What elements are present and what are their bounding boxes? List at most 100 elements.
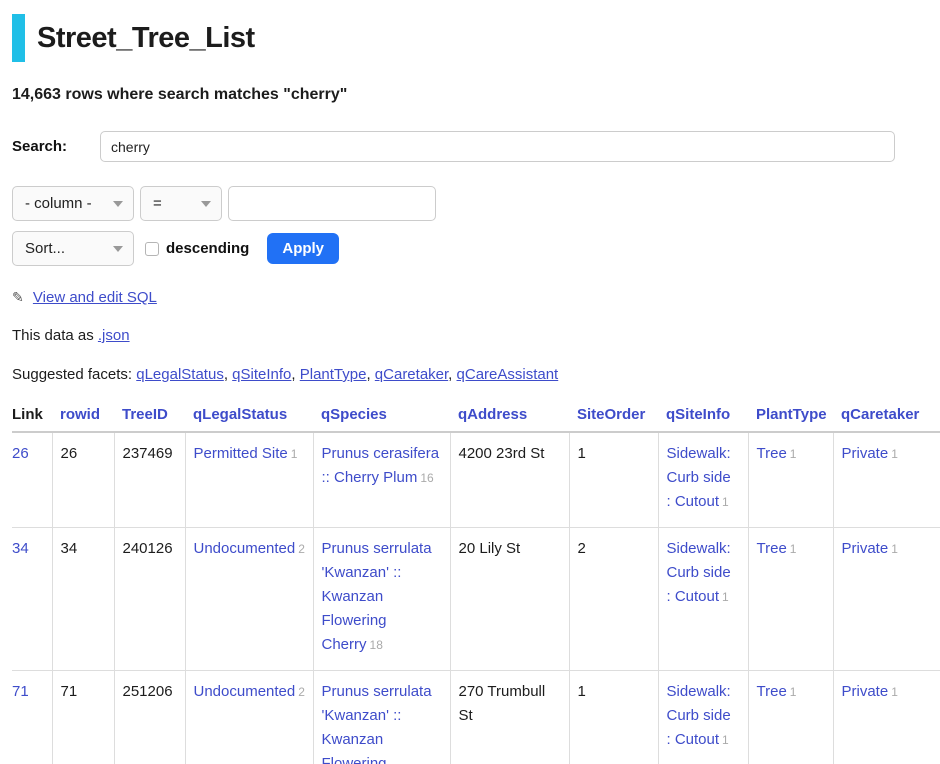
- descending-checkbox[interactable]: [145, 242, 159, 256]
- facet-item: qCareAssistant: [457, 366, 559, 383]
- cell-treeid: 237469: [114, 432, 185, 528]
- facets-prefix: Suggested facets:: [12, 366, 136, 383]
- data-as-line: This data as .json: [12, 327, 940, 344]
- pencil-icon: ✎: [12, 289, 24, 305]
- chevron-down-icon: [113, 201, 123, 207]
- caretaker-link[interactable]: Private: [842, 445, 889, 462]
- cell-qlegalstatus: Permitted Site1: [185, 432, 313, 528]
- caretaker-link[interactable]: Private: [842, 683, 889, 700]
- descending-label: descending: [166, 240, 249, 257]
- operator-select-value: =: [153, 195, 162, 212]
- cell-link: 34: [12, 528, 52, 671]
- cell-qaddress: 4200 23rd St: [450, 432, 569, 528]
- facet-count: 1: [722, 590, 729, 604]
- cell-link: 71: [12, 671, 52, 764]
- cell-qcaretaker: Private1: [833, 432, 940, 528]
- column-header-qsiteinfo[interactable]: qSiteInfo: [658, 402, 748, 432]
- cell-siteorder: 1: [569, 432, 658, 528]
- column-header-siteorder[interactable]: SiteOrder: [569, 402, 658, 432]
- facet-count: 1: [790, 447, 797, 461]
- facet-item: qCaretaker: [375, 366, 457, 383]
- filter-row: - column - =: [12, 186, 940, 221]
- facet-link-qcareassistant[interactable]: qCareAssistant: [457, 366, 559, 383]
- plant-type-link[interactable]: Tree: [757, 445, 787, 462]
- cell-qcaretaker: Private1: [833, 671, 940, 764]
- row-link[interactable]: 71: [12, 683, 29, 700]
- cell-qspecies: Prunus serrulata 'Kwanzan' :: Kwanzan Fl…: [313, 671, 450, 764]
- column-header-link: Link: [12, 402, 52, 432]
- apply-button[interactable]: Apply: [267, 233, 339, 264]
- facet-link-planttype[interactable]: PlantType: [300, 366, 367, 383]
- plant-type-link[interactable]: Tree: [757, 540, 787, 557]
- column-header-qaddress[interactable]: qAddress: [450, 402, 569, 432]
- facet-count: 2: [298, 685, 305, 699]
- column-header-qlegalstatus[interactable]: qLegalStatus: [185, 402, 313, 432]
- column-header-qspecies[interactable]: qSpecies: [313, 402, 450, 432]
- facet-link-qcaretaker[interactable]: qCaretaker: [375, 366, 448, 383]
- cell-qsiteinfo: Sidewalk: Curb side : Cutout1: [658, 528, 748, 671]
- facet-count: 16: [420, 471, 433, 485]
- chevron-down-icon: [201, 201, 211, 207]
- table-row: 34 34 240126 Undocumented2 Prunus serrul…: [12, 528, 940, 671]
- facet-item: PlantType: [300, 366, 375, 383]
- cell-qsiteinfo: Sidewalk: Curb side : Cutout1: [658, 671, 748, 764]
- facet-count: 18: [370, 638, 383, 652]
- species-link[interactable]: Prunus serrulata 'Kwanzan' :: Kwanzan Fl…: [322, 540, 432, 653]
- facet-link-qlegalstatus[interactable]: qLegalStatus: [136, 366, 224, 383]
- page: Street_Tree_List 14,663 rows where searc…: [0, 0, 940, 764]
- facet-count: 1: [291, 447, 298, 461]
- cell-qlegalstatus: Undocumented2: [185, 671, 313, 764]
- accent-bar: [12, 14, 25, 62]
- json-link[interactable]: .json: [98, 327, 130, 344]
- facet-count: 1: [790, 685, 797, 699]
- cell-qlegalstatus: Undocumented2: [185, 528, 313, 671]
- facet-count: 1: [790, 542, 797, 556]
- facet-link-qsiteinfo[interactable]: qSiteInfo: [232, 366, 291, 383]
- facets-line: Suggested facets: qLegalStatus qSiteInfo P…: [12, 366, 940, 383]
- plant-type-link[interactable]: Tree: [757, 683, 787, 700]
- legal-status-link[interactable]: Permitted Site: [194, 445, 288, 462]
- page-header: Street_Tree_List: [12, 14, 940, 62]
- cell-treeid: 240126: [114, 528, 185, 671]
- column-select-value: - column -: [25, 195, 92, 212]
- column-header-treeid[interactable]: TreeID: [114, 402, 185, 432]
- operator-select[interactable]: =: [140, 186, 222, 221]
- column-header-rowid[interactable]: rowid: [52, 402, 114, 432]
- facet-count: 1: [891, 447, 898, 461]
- facet-count: 1: [722, 495, 729, 509]
- sort-select-value: Sort...: [25, 240, 65, 257]
- cell-rowid: 34: [52, 528, 114, 671]
- cell-qcaretaker: Private1: [833, 528, 940, 671]
- search-row: Search:: [12, 131, 940, 162]
- data-as-prefix: This data as: [12, 327, 98, 344]
- legal-status-link[interactable]: Undocumented: [194, 540, 296, 557]
- table-row: 26 26 237469 Permitted Site1 Prunus cera…: [12, 432, 940, 528]
- cell-planttype: Tree1: [748, 432, 833, 528]
- cell-rowid: 26: [52, 432, 114, 528]
- search-input[interactable]: [100, 131, 895, 162]
- sort-select[interactable]: Sort...: [12, 231, 134, 266]
- column-header-planttype[interactable]: PlantType: [748, 402, 833, 432]
- caretaker-link[interactable]: Private: [842, 540, 889, 557]
- facet-item: qSiteInfo: [232, 366, 300, 383]
- cell-link: 26: [12, 432, 52, 528]
- row-link[interactable]: 34: [12, 540, 29, 557]
- cell-treeid: 251206: [114, 671, 185, 764]
- sql-line: ✎ View and edit SQL: [12, 289, 940, 306]
- page-title: Street_Tree_List: [37, 22, 255, 55]
- sort-row: Sort... descending Apply: [12, 231, 940, 266]
- row-count-summary: 14,663 rows where search matches "cherry…: [12, 86, 940, 104]
- filter-value-input[interactable]: [228, 186, 436, 221]
- row-link[interactable]: 26: [12, 445, 29, 462]
- cell-siteorder: 2: [569, 528, 658, 671]
- column-select[interactable]: - column -: [12, 186, 134, 221]
- column-header-qcaretaker[interactable]: qCaretaker: [833, 402, 940, 432]
- facet-count: 1: [891, 542, 898, 556]
- species-link[interactable]: Prunus serrulata 'Kwanzan' :: Kwanzan Fl…: [322, 683, 432, 764]
- cell-qaddress: 20 Lily St: [450, 528, 569, 671]
- chevron-down-icon: [113, 246, 123, 252]
- cell-planttype: Tree1: [748, 528, 833, 671]
- view-edit-sql-link[interactable]: View and edit SQL: [33, 289, 157, 306]
- legal-status-link[interactable]: Undocumented: [194, 683, 296, 700]
- table-header-row: Link rowid TreeID qLegalStatus qSpecies …: [12, 402, 940, 432]
